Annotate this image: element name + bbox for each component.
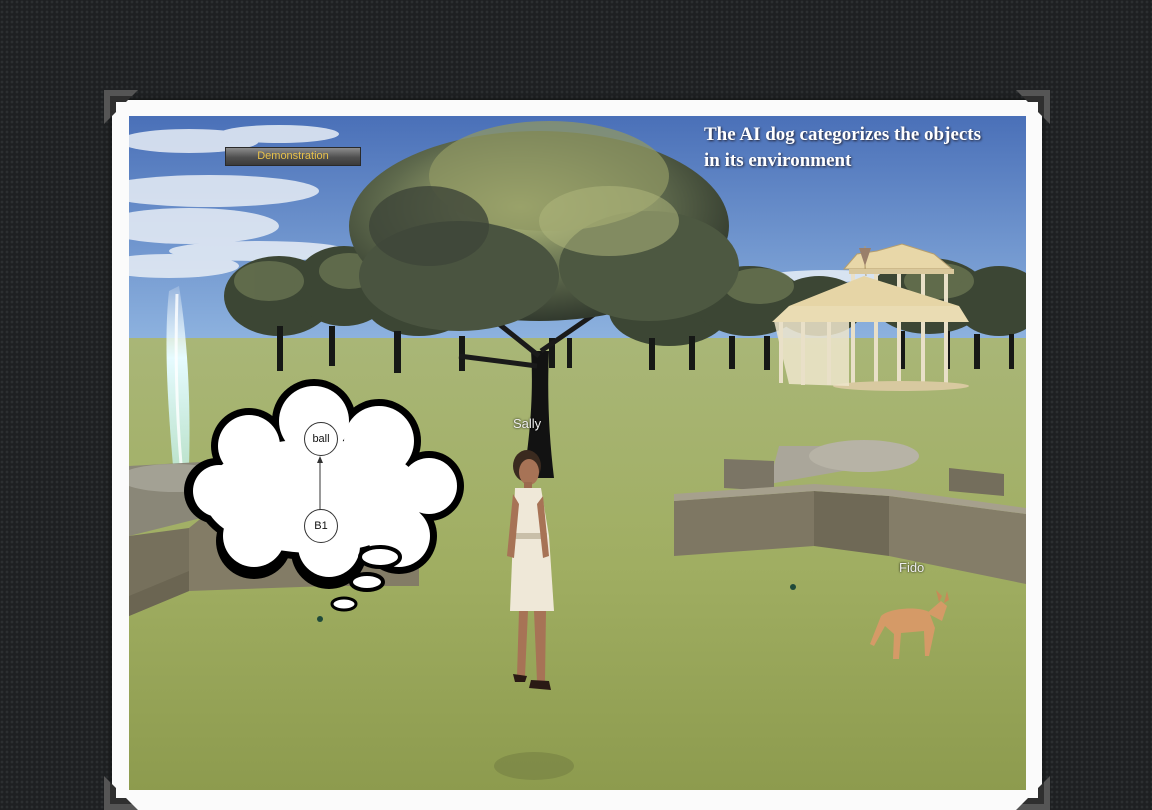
presentation-slide: ball B1 Sally Fido Demonstration The AI … [0,0,1152,810]
ground-marker-left [317,616,323,622]
avatar-name-tag-dog: Fido [899,560,925,575]
concept-node-b1: B1 [304,509,338,543]
caption-line-1: The AI dog categorizes the objects [704,124,982,145]
virtual-world-scene[interactable]: ball B1 Sally Fido Demonstration The AI … [129,116,1026,790]
demonstration-button[interactable]: Demonstration [225,147,361,166]
ground-marker-right [790,584,796,590]
avatar-name-tag-woman: Sally [513,416,542,431]
caption-line-2: in its environment [704,150,852,171]
slide-caption: The AI dog categorizes the objects in it… [704,122,1024,174]
concept-node-ball: ball [304,422,338,456]
